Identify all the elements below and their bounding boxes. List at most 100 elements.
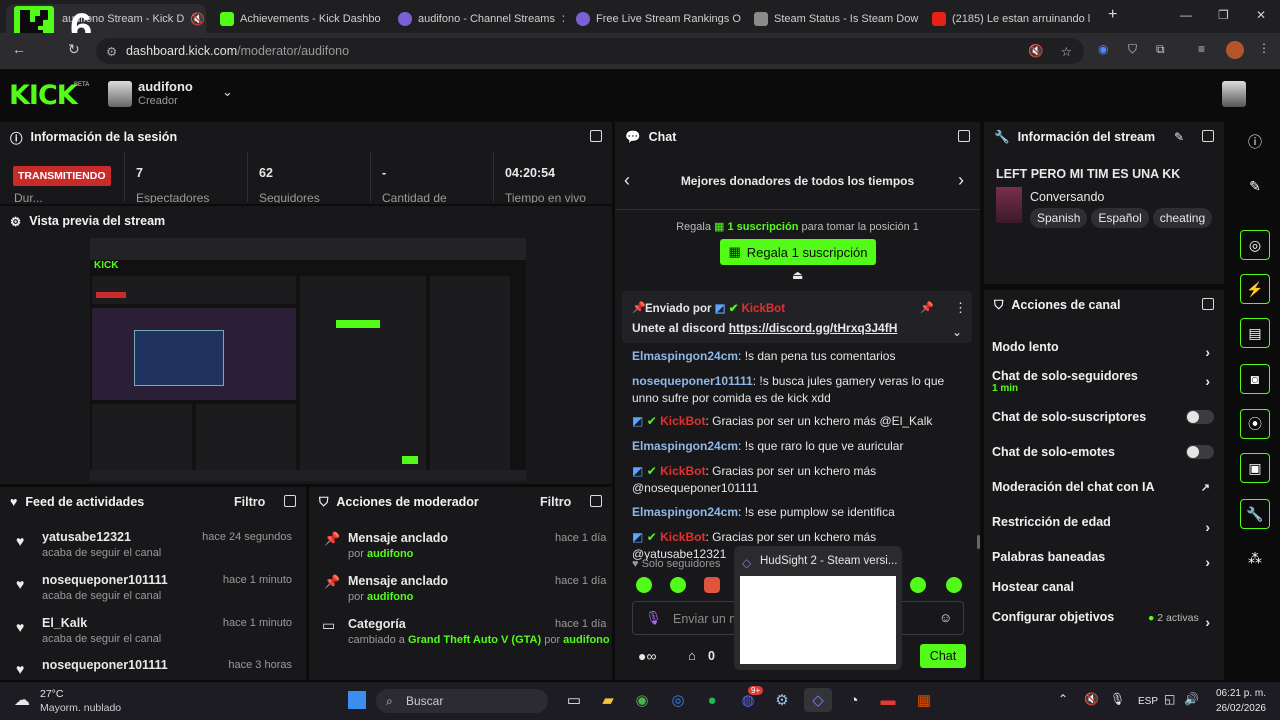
chat-bubble-icon[interactable]: ◙ bbox=[1240, 364, 1270, 394]
emoji-icon[interactable]: ☺ bbox=[939, 610, 952, 625]
action-ai-moderation[interactable]: Moderación del chat con IA ↗ bbox=[984, 480, 1224, 510]
expand-icon[interactable] bbox=[590, 495, 602, 507]
app-icon[interactable]: ◎ bbox=[664, 688, 692, 712]
tab-steam-status[interactable]: Steam Status - Is Steam Dow✕ bbox=[744, 4, 920, 33]
tab-achievements[interactable]: Achievements - Kick Dashbo✕ bbox=[210, 4, 386, 33]
emote-icon[interactable] bbox=[910, 577, 926, 593]
send-chat-button[interactable]: Chat bbox=[920, 644, 966, 668]
action-emotes-only[interactable]: Chat de solo-emotes bbox=[984, 445, 1224, 475]
window-close-icon[interactable]: ✕ bbox=[1256, 8, 1266, 22]
broadcast-icon[interactable]: ⦿ bbox=[1240, 409, 1270, 439]
share-icon[interactable]: ⁂ bbox=[1240, 543, 1270, 573]
action-host-channel[interactable]: Hostear canal bbox=[984, 580, 1224, 610]
chat-user[interactable]: KickBot bbox=[660, 530, 705, 544]
stream-preview-video[interactable]: KICK bbox=[90, 238, 526, 481]
chat-user[interactable]: Elmaspingon24cm bbox=[632, 349, 738, 363]
chevron-down-icon[interactable]: ⌄ bbox=[952, 325, 962, 339]
emote-icon[interactable] bbox=[636, 577, 652, 593]
emotes-only-toggle[interactable] bbox=[1186, 445, 1214, 459]
kick-logo[interactable]: KICK bbox=[9, 80, 78, 111]
shield-extension-icon[interactable]: ⛉ bbox=[1128, 42, 1137, 57]
mod-user[interactable]: audifono bbox=[563, 634, 609, 646]
action-subscribers-only[interactable]: Chat de solo-suscriptores bbox=[984, 410, 1224, 440]
kicks-icon[interactable]: ●∞ bbox=[638, 648, 656, 664]
layout-icon[interactable]: ▣ bbox=[1240, 453, 1270, 483]
site-info-icon[interactable]: ⚙ bbox=[106, 44, 117, 59]
chrome-icon[interactable]: ◉ bbox=[628, 688, 656, 712]
action-followers-only[interactable]: Chat de solo-seguidores 1 min › bbox=[984, 369, 1224, 399]
camera-icon[interactable]: ◎ bbox=[1240, 230, 1270, 260]
tab-youtube[interactable]: (2185) Le estan arruinando l ✕ bbox=[922, 4, 1098, 33]
chat-user[interactable]: KickBot bbox=[660, 414, 705, 428]
start-button[interactable] bbox=[348, 691, 366, 709]
chat-user[interactable]: Elmaspingon24cm bbox=[632, 439, 738, 453]
expand-icon[interactable] bbox=[1202, 130, 1214, 142]
lightning-icon[interactable]: ⚡ bbox=[1240, 274, 1270, 304]
taskbar-preview-popup[interactable]: ◇ HudSight 2 - Steam versi... bbox=[734, 546, 902, 670]
spotify-icon[interactable]: ● bbox=[698, 688, 726, 712]
emote-icon[interactable] bbox=[704, 577, 720, 593]
emote-icon[interactable] bbox=[670, 577, 686, 593]
gift-sub-button[interactable]: ▦ Regala 1 suscripción bbox=[720, 239, 876, 265]
expand-icon[interactable] bbox=[284, 495, 296, 507]
mod-user[interactable]: audifono bbox=[367, 548, 413, 560]
tab-channel-streams[interactable]: audifono - Channel Streams ✕ bbox=[388, 4, 564, 33]
edit-pencil-icon[interactable]: ✎ bbox=[1174, 130, 1184, 144]
tab-mute-icon[interactable]: 🔇 bbox=[190, 12, 205, 26]
window-minimize-icon[interactable]: — bbox=[1180, 8, 1192, 22]
voicemeeter-icon[interactable]: ▬ bbox=[874, 688, 902, 712]
weather-icon[interactable]: ☁ bbox=[14, 690, 30, 710]
filter-button[interactable]: Filtro bbox=[234, 495, 265, 509]
tag[interactable]: cheating bbox=[1152, 208, 1213, 228]
expand-icon[interactable] bbox=[958, 130, 970, 142]
back-icon[interactable]: ← bbox=[12, 41, 26, 57]
bookmark-star-icon[interactable]: ☆ bbox=[1061, 44, 1072, 59]
expand-icon[interactable] bbox=[590, 130, 602, 142]
close-icon[interactable]: ✕ bbox=[1096, 12, 1098, 26]
expand-icon[interactable] bbox=[1202, 298, 1214, 310]
tray-chevron-icon[interactable]: ⌃ bbox=[1058, 692, 1068, 706]
hudsight-icon[interactable]: ◇ bbox=[804, 688, 832, 712]
reload-icon[interactable]: ↻ bbox=[68, 41, 80, 58]
tray-mute-icon[interactable]: 🔇 bbox=[1084, 692, 1099, 706]
tray-language[interactable]: ESP bbox=[1138, 696, 1158, 707]
more-options-icon[interactable]: ⋮ bbox=[954, 300, 967, 316]
user-avatar[interactable] bbox=[1222, 81, 1246, 107]
collapse-chevron-icon[interactable]: ⏏ bbox=[792, 268, 803, 282]
action-slow-mode[interactable]: Modo lento › bbox=[984, 340, 1224, 370]
tray-volume-icon[interactable]: 🔊 bbox=[1184, 692, 1199, 706]
tray-time[interactable]: 06:21 p. m. bbox=[1212, 688, 1266, 699]
subscribers-only-toggle[interactable] bbox=[1186, 410, 1214, 424]
chat-user[interactable]: Elmaspingon24cm bbox=[632, 505, 738, 519]
tray-network-icon[interactable]: ◱ bbox=[1164, 692, 1175, 706]
emote-icon[interactable] bbox=[946, 577, 962, 593]
close-icon[interactable]: ✕ bbox=[561, 12, 564, 26]
game-link[interactable]: Grand Theft Auto V (GTA) bbox=[408, 634, 541, 646]
tag[interactable]: Spanish bbox=[1030, 208, 1088, 228]
action-goals[interactable]: Configurar objetivos ● 2 activas › bbox=[984, 610, 1224, 640]
task-view-icon[interactable]: ▭ bbox=[560, 688, 588, 712]
steam-icon[interactable]: ⚙ bbox=[768, 688, 796, 712]
filter-button[interactable]: Filtro bbox=[540, 495, 571, 509]
window-restore-icon[interactable]: ❐ bbox=[1218, 8, 1229, 22]
avatar[interactable] bbox=[108, 81, 132, 107]
tag[interactable]: Español bbox=[1091, 208, 1149, 228]
muted-icon[interactable]: 🔇 bbox=[1028, 44, 1044, 59]
tab-rankings[interactable]: Free Live Stream Rankings O✕ bbox=[566, 4, 742, 33]
chat-user[interactable]: nosequeponer101111 bbox=[632, 374, 753, 388]
pinned-user[interactable]: KickBot bbox=[742, 303, 785, 315]
url-field[interactable]: ⚙ dashboard.kick.com/moderator/audifono … bbox=[96, 38, 1084, 64]
info-sidebar-icon[interactable]: ⓘ bbox=[1240, 127, 1270, 157]
media-control-icon[interactable]: ≡ bbox=[1198, 42, 1205, 56]
channel-switch-chevron-icon[interactable]: ⌄ bbox=[222, 84, 233, 100]
chat-scrollbar[interactable] bbox=[977, 535, 980, 549]
action-age-restriction[interactable]: Restricción de edad › bbox=[984, 515, 1224, 545]
discord-link[interactable]: https://discord.gg/tHrxq3J4fH bbox=[729, 321, 898, 335]
mod-user[interactable]: audifono bbox=[367, 591, 413, 603]
new-tab-button[interactable]: + bbox=[1108, 6, 1117, 24]
file-explorer-icon[interactable]: ▰ bbox=[594, 688, 622, 712]
browser-menu-icon[interactable]: ⋮ bbox=[1258, 41, 1270, 55]
tray-date[interactable]: 26/02/2026 bbox=[1212, 703, 1266, 714]
action-banned-words[interactable]: Palabras baneadas › bbox=[984, 550, 1224, 580]
app4-icon[interactable]: ▦ bbox=[910, 688, 938, 712]
